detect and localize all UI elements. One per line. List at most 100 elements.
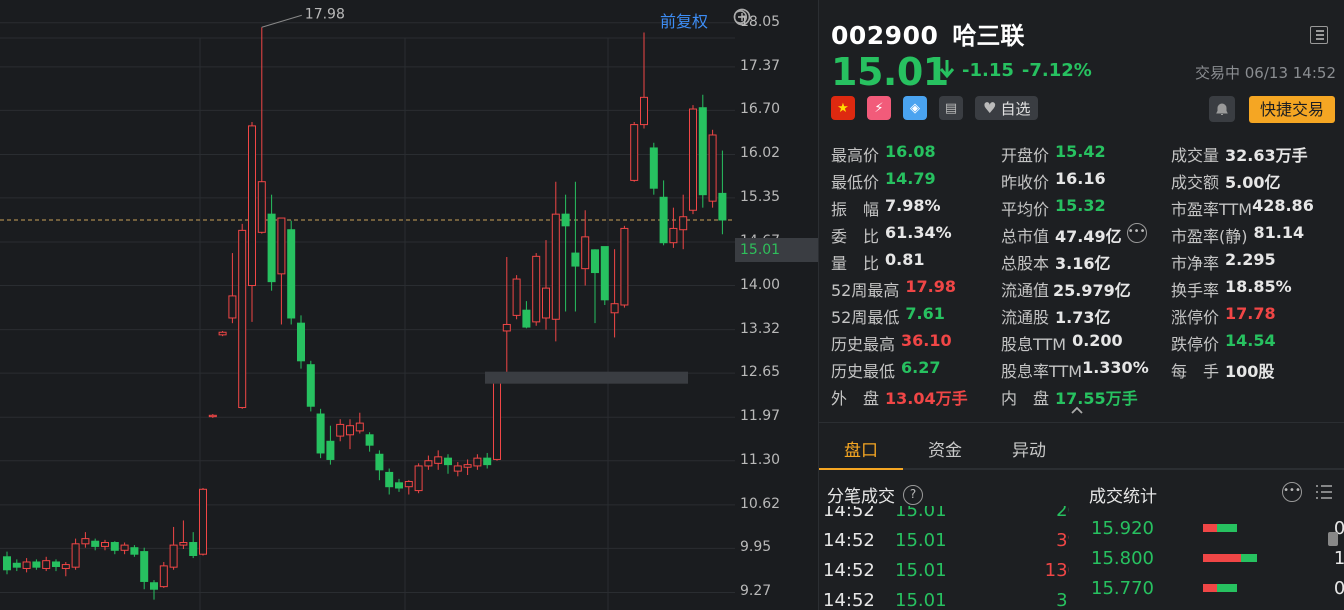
dist-bar-sell xyxy=(1216,584,1237,592)
collapse-caret-icon[interactable] xyxy=(1071,404,1083,416)
high-annotation-label: 17.98 xyxy=(305,6,345,22)
last-price: 15.01 xyxy=(831,50,949,94)
add-watchlist-button[interactable]: ♥ 自选 xyxy=(975,96,1039,120)
quick-trade-button[interactable]: 快捷交易 xyxy=(1249,96,1335,123)
candle-body xyxy=(228,295,237,319)
tick-p: 15.01 xyxy=(895,559,947,581)
stats-row: 最低价 14.79 昨收价 16.16 成交额 5.00亿 xyxy=(831,167,1341,194)
tag-icon[interactable]: ◈ xyxy=(903,96,927,120)
y-tick-label: 9.95 xyxy=(740,539,772,556)
candle-body xyxy=(277,217,286,275)
candle-body xyxy=(326,440,335,460)
dist-bar-buy xyxy=(1203,554,1241,562)
y-tick-label: 12.65 xyxy=(740,364,781,381)
stat-cell: 总股本 3.16亿 xyxy=(1001,250,1171,274)
candle-body xyxy=(581,236,590,270)
candle-body xyxy=(630,124,639,181)
zoom-in-icon[interactable] xyxy=(733,8,805,28)
stock-name: 哈三联 xyxy=(952,22,1025,50)
divider xyxy=(819,422,1344,423)
price-change: -1.15 -7.12% xyxy=(962,60,1092,81)
stat-cell: 52周最低 7.61 xyxy=(831,304,1001,328)
stat-value: 32.63万手 xyxy=(1225,145,1308,165)
candle-body xyxy=(542,287,550,319)
stat-value: 7.61 xyxy=(905,303,945,323)
stat-value: 5.00亿 xyxy=(1225,172,1281,192)
stat-cell: 涨停价 17.78 xyxy=(1171,304,1341,328)
stat-label: 52周最高 xyxy=(831,280,900,300)
scrollbar[interactable] xyxy=(1328,532,1338,546)
stat-value: 0.200 xyxy=(1072,330,1123,350)
candle-body xyxy=(267,213,276,283)
candle-body xyxy=(61,564,70,569)
candle-body xyxy=(287,229,296,319)
more-icon[interactable]: ••• xyxy=(1282,482,1302,502)
tab-capital[interactable]: 资金 xyxy=(903,436,987,461)
change-value: -1.15 xyxy=(962,60,1014,81)
candle-body xyxy=(483,457,492,466)
list-settings-icon[interactable] xyxy=(1314,482,1334,502)
stat-label: 52周最低 xyxy=(831,307,900,327)
stat-cell: 跌停价 14.54 xyxy=(1171,331,1341,355)
stat-label: 历史最低 xyxy=(831,361,896,381)
candle-body xyxy=(52,561,60,568)
stat-cell: 成交量 32.63万手 xyxy=(1171,142,1341,166)
candle-body xyxy=(679,216,688,231)
candle-body xyxy=(169,544,178,568)
candle-body xyxy=(199,488,207,555)
ticks-title: 分笔成交 xyxy=(827,487,895,507)
candle-body xyxy=(669,227,678,244)
tick-vol: 39 xyxy=(1056,529,1069,551)
stat-value: 100股 xyxy=(1225,361,1275,381)
candle-body xyxy=(91,540,100,547)
y-tick-label: 16.70 xyxy=(740,101,781,118)
stat-value: 47.49亿 xyxy=(1055,226,1122,246)
stats-row: 历史最低 6.27 股息率TTM 1.330% 每 手 100股 xyxy=(831,356,1341,383)
range-marker xyxy=(485,371,688,384)
y-tick-label: 13.32 xyxy=(740,320,781,337)
more-info-icon[interactable]: ••• xyxy=(1126,222,1147,243)
candle-body xyxy=(101,542,109,547)
stat-label: 成交量 xyxy=(1171,145,1220,165)
stat-cell: 内 盘 17.55万手 xyxy=(1001,385,1171,409)
tab-order-book[interactable]: 盘口 xyxy=(819,436,903,461)
stats-grid: 最高价 16.08 开盘价 15.42 成交量 32.63万手 最低价 14.79 昨收价 16.… xyxy=(831,140,1341,410)
candle-body xyxy=(640,96,648,126)
ticks-list[interactable]: 14:5215.0126▼14:5215.0139▲14:5215.01130▲… xyxy=(819,506,1069,610)
candle-body xyxy=(698,107,707,196)
ticks-header: 分笔成交 ? xyxy=(827,482,923,507)
adjust-mode-button[interactable]: 前复权 xyxy=(660,8,708,32)
tick-t: 14:52 xyxy=(823,559,875,581)
layout-icon[interactable] xyxy=(1310,26,1328,44)
stat-value: 6.27 xyxy=(901,357,941,377)
candle-body xyxy=(306,364,315,407)
stat-cell: 股息率TTM 1.330% xyxy=(1001,358,1171,382)
stat-label: 委 比 xyxy=(831,226,880,246)
candle-body xyxy=(395,482,403,489)
stat-value: 16.08 xyxy=(885,141,936,161)
change-percent: -7.12% xyxy=(1021,60,1092,81)
tick-p: 15.01 xyxy=(895,506,947,521)
tick-row: 14:5215.0139▲ xyxy=(823,526,1069,554)
stat-cell: 最低价 14.79 xyxy=(831,169,1001,193)
candle-body xyxy=(316,413,325,454)
dist-row: 15.9200.96% xyxy=(1091,514,1344,542)
stat-value: 2.295 xyxy=(1225,249,1276,269)
stat-label: 最高价 xyxy=(831,145,880,165)
stat-value: 428.86 xyxy=(1252,195,1314,215)
help-icon[interactable]: ? xyxy=(903,484,923,505)
stats-row: 52周最高 17.98 流通值 25.979亿 换手率 18.85% xyxy=(831,275,1341,302)
kline-chart[interactable]: 17.98 前复权 18.0517.3716.7016.0215.3514.67… xyxy=(0,0,818,610)
tab-events[interactable]: 异动 xyxy=(987,436,1071,461)
y-tick-label: 10.62 xyxy=(740,495,781,512)
lightning-icon[interactable]: ⚡ xyxy=(867,96,891,120)
stat-cell: 量 比 0.81 xyxy=(831,250,1001,274)
stats-row: 振 幅 7.98% 平均价 15.32 市盈率TTM 428.86 xyxy=(831,194,1341,221)
dist-percent: 0.88% xyxy=(1333,577,1344,599)
current-price-tag: 15.01 xyxy=(735,238,818,262)
bell-icon[interactable] xyxy=(1209,96,1235,122)
notes-icon[interactable]: ▤ xyxy=(939,96,963,120)
candle-body xyxy=(512,278,521,316)
candle-body xyxy=(346,425,354,436)
candle-body xyxy=(355,422,364,432)
